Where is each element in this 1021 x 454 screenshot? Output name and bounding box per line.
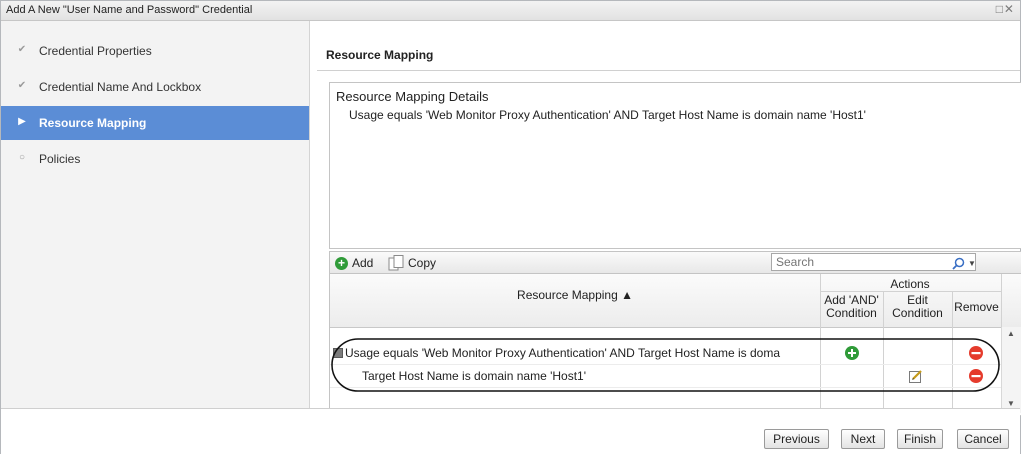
wizard-steps-sidebar: ✔ Credential Properties ✔ Credential Nam… [1, 21, 310, 408]
grid-toolbar: + Add Copy ▼ [329, 251, 1021, 275]
copy-icon [388, 255, 404, 271]
circle-icon: ○ [18, 152, 26, 163]
vertical-scrollbar[interactable]: ▲ ▼ [1001, 327, 1021, 413]
previous-button[interactable]: Previous [764, 429, 829, 449]
title-bar: Add A New "User Name and Password" Crede… [1, 1, 1020, 21]
add-button[interactable]: + Add [335, 255, 373, 271]
step-resource-mapping[interactable]: ▶ Resource Mapping [1, 106, 309, 140]
step-label: Credential Name And Lockbox [39, 80, 202, 94]
copy-label: Copy [408, 256, 437, 270]
column-header-remove[interactable]: Remove [952, 301, 1001, 314]
chevron-down-icon: ▼ [968, 258, 976, 268]
add-icon: + [335, 256, 348, 270]
checkmark-icon: ✔ [17, 80, 27, 91]
column-header-add-and-condition[interactable]: Add 'AND' Condition [820, 294, 883, 320]
resource-mapping-details-panel: Resource Mapping Details Usage equals 'W… [329, 82, 1021, 249]
highlight-callout [331, 338, 1000, 392]
actions-divider [820, 291, 1001, 292]
step-policies[interactable]: ○ Policies [1, 142, 309, 176]
divider [317, 70, 1020, 71]
dialog-title: Add A New "User Name and Password" Crede… [6, 4, 253, 16]
step-credential-name-and-lockbox[interactable]: ✔ Credential Name And Lockbox [1, 70, 309, 104]
step-credential-properties[interactable]: ✔ Credential Properties [1, 34, 309, 68]
search-icon [952, 257, 965, 270]
copy-button[interactable]: Copy [388, 255, 436, 271]
checkmark-icon: ✔ [17, 44, 27, 55]
scroll-up-icon[interactable]: ▲ [1007, 329, 1015, 338]
page-title: Resource Mapping [326, 48, 434, 62]
step-label: Credential Properties [39, 44, 152, 58]
step-label: Resource Mapping [39, 116, 147, 130]
scroll-down-icon[interactable]: ▼ [1007, 399, 1015, 408]
step-label: Policies [39, 152, 81, 166]
next-button[interactable]: Next [841, 429, 885, 449]
arrow-right-icon: ▶ [18, 116, 26, 127]
column-header-resource-mapping[interactable]: Resource Mapping ▲ [330, 288, 820, 302]
search-options-button[interactable]: ▼ [944, 255, 984, 271]
header-line: Condition [826, 306, 877, 320]
details-title: Resource Mapping Details [336, 89, 489, 104]
column-header-actions: Actions [890, 277, 930, 291]
add-label: Add [352, 256, 374, 270]
resource-mapping-grid: Resource Mapping ▲ Actions Add 'AND' Con… [329, 273, 1021, 416]
dialog-footer: Previous Next Finish Cancel [1, 408, 1020, 454]
column-header-edit-condition[interactable]: Edit Condition [883, 294, 952, 320]
header-line: Condition [892, 306, 943, 320]
window-controls[interactable]: □✕ [996, 2, 1015, 16]
cancel-button[interactable]: Cancel [957, 429, 1009, 449]
finish-button[interactable]: Finish [897, 429, 943, 449]
main-panel: Resource Mapping Resource Mapping Detail… [317, 21, 1021, 416]
credential-dialog: Add A New "User Name and Password" Crede… [0, 0, 1021, 454]
details-text: Usage equals 'Web Monitor Proxy Authenti… [349, 108, 866, 122]
